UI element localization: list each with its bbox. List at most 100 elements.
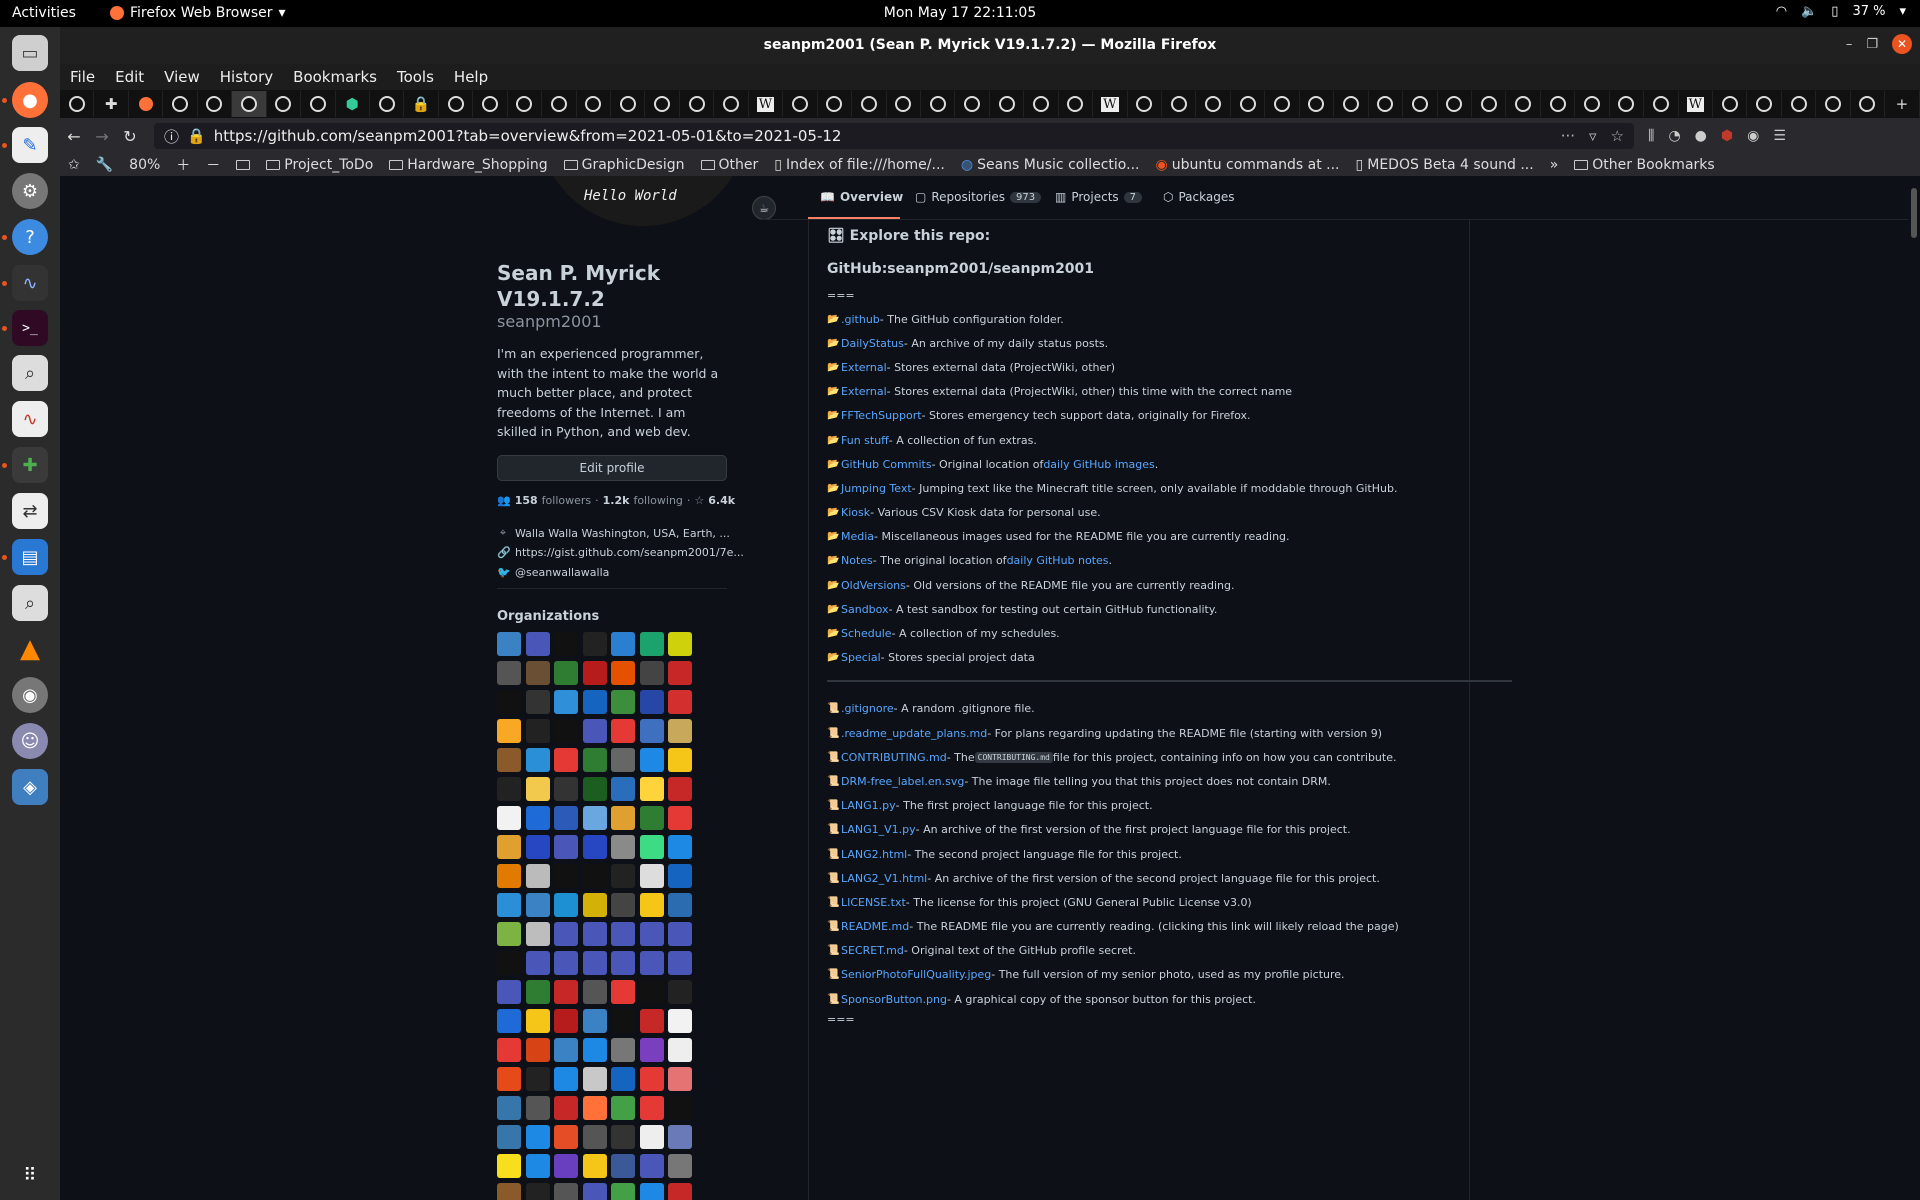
- info-icon[interactable]: ⓘ: [164, 126, 179, 147]
- organization-avatar[interactable]: [582, 748, 607, 772]
- organization-avatar[interactable]: [554, 1183, 578, 1200]
- organization-avatar[interactable]: [497, 719, 521, 743]
- folder-link[interactable]: External: [841, 385, 887, 398]
- wikipedia-tab-icon[interactable]: W: [1679, 91, 1713, 117]
- organization-avatar[interactable]: [582, 1067, 607, 1091]
- organization-avatar[interactable]: [525, 1009, 550, 1033]
- organization-avatar[interactable]: [668, 951, 692, 975]
- github-tab-icon[interactable]: [852, 91, 887, 117]
- github-tab-icon[interactable]: [1610, 91, 1645, 117]
- pocket-icon[interactable]: ▿: [1589, 127, 1597, 145]
- organization-avatar[interactable]: [582, 1009, 607, 1033]
- organization-avatar[interactable]: [611, 806, 635, 830]
- organization-avatar[interactable]: [668, 690, 692, 714]
- organization-avatar[interactable]: [582, 661, 607, 685]
- organization-avatar[interactable]: [582, 980, 607, 1004]
- organization-avatar[interactable]: [525, 632, 550, 656]
- folder-link[interactable]: GitHub Commits: [841, 458, 932, 471]
- organization-avatar[interactable]: [497, 777, 521, 801]
- organization-avatar[interactable]: [525, 893, 550, 917]
- zoom-in-icon[interactable]: ＋: [168, 155, 198, 175]
- account-icon[interactable]: ◔: [1668, 128, 1680, 144]
- file-link[interactable]: SponsorButton.png: [841, 993, 947, 1006]
- github-tab-icon[interactable]: [645, 91, 680, 117]
- firefox-tab-icon[interactable]: [129, 91, 164, 117]
- folder-link[interactable]: Kiosk: [841, 506, 870, 519]
- organization-avatar[interactable]: [582, 806, 607, 830]
- organization-avatar[interactable]: [582, 1125, 607, 1149]
- user-icon[interactable]: ☺: [12, 723, 48, 759]
- organization-avatar[interactable]: [582, 777, 607, 801]
- github-tab-icon[interactable]: [1196, 91, 1231, 117]
- folder-link[interactable]: Fun stuff: [841, 434, 889, 447]
- organization-avatar[interactable]: [582, 1096, 607, 1120]
- github-tab-icon[interactable]: [1438, 91, 1472, 117]
- organization-avatar[interactable]: [668, 777, 692, 801]
- organization-avatar[interactable]: [611, 690, 635, 714]
- bookmark-star-icon[interactable]: ☆: [1611, 127, 1624, 145]
- bookmark-graphicdesign[interactable]: GraphicDesign: [556, 157, 693, 173]
- system-monitor-icon[interactable]: ∿: [12, 265, 48, 301]
- organization-avatar[interactable]: [668, 1067, 692, 1091]
- wrench-icon[interactable]: 🔧: [88, 157, 121, 173]
- github-tab-icon[interactable]: [577, 91, 611, 117]
- organization-avatar[interactable]: [582, 835, 607, 859]
- folder-link[interactable]: Media: [841, 530, 874, 543]
- organization-avatar[interactable]: [668, 1038, 692, 1062]
- github-tab-icon[interactable]: [1024, 91, 1059, 117]
- organization-avatar[interactable]: [497, 1067, 521, 1091]
- organization-avatar[interactable]: [639, 893, 664, 917]
- disk-icon[interactable]: ◉: [12, 677, 48, 713]
- organization-avatar[interactable]: [554, 1125, 578, 1149]
- github-tab-icon[interactable]: [1231, 91, 1266, 117]
- github-tab-icon[interactable]: [1059, 91, 1094, 117]
- organization-avatar[interactable]: [668, 922, 692, 946]
- organization-avatar[interactable]: [639, 835, 664, 859]
- organization-avatar[interactable]: [639, 1038, 664, 1062]
- organization-avatar[interactable]: [611, 1067, 635, 1091]
- new-tab-button[interactable]: +: [1885, 91, 1920, 117]
- organization-avatar[interactable]: [668, 806, 692, 830]
- github-tab-icon[interactable]: [921, 91, 956, 117]
- organization-avatar[interactable]: [497, 864, 521, 888]
- organization-avatar[interactable]: [611, 980, 635, 1004]
- organization-avatar[interactable]: [668, 893, 692, 917]
- organization-avatar[interactable]: [668, 980, 692, 1004]
- menu-edit[interactable]: Edit: [105, 64, 154, 90]
- organization-avatar[interactable]: [639, 1183, 664, 1200]
- wikipedia-tab-icon[interactable]: W: [1093, 91, 1128, 117]
- file-link[interactable]: CONTRIBUTING.md: [841, 751, 947, 764]
- github-tab-icon[interactable]: [955, 91, 990, 117]
- organization-avatar[interactable]: [554, 1154, 578, 1178]
- bookmark-seans-music[interactable]: ◍ Seans Music collectio...: [953, 157, 1148, 173]
- file-link[interactable]: SeniorPhotoFullQuality.jpeg: [841, 968, 991, 981]
- organization-avatar[interactable]: [525, 690, 550, 714]
- organization-avatar[interactable]: [639, 661, 664, 685]
- organization-avatar[interactable]: [639, 777, 664, 801]
- github-tab-icon[interactable]: [1575, 91, 1610, 117]
- file-link[interactable]: LICENSE.txt: [841, 896, 906, 909]
- organization-avatar[interactable]: [554, 835, 578, 859]
- organization-avatar[interactable]: [611, 864, 635, 888]
- activities-button[interactable]: Activities: [12, 5, 76, 21]
- organization-avatar[interactable]: [554, 1067, 578, 1091]
- github-tab-icon[interactable]: [1541, 91, 1576, 117]
- organization-avatar[interactable]: [582, 719, 607, 743]
- tab-projects[interactable]: ▥ Projects 7: [1055, 190, 1143, 204]
- following-count[interactable]: 1.2k: [603, 494, 630, 507]
- folder-link[interactable]: External: [841, 361, 887, 374]
- organization-avatar[interactable]: [611, 1009, 635, 1033]
- organization-avatar[interactable]: [668, 835, 692, 859]
- firefox-icon[interactable]: ●: [12, 82, 48, 118]
- organization-avatar[interactable]: [582, 690, 607, 714]
- sound-editor-icon[interactable]: ∿: [12, 401, 48, 437]
- menu-help[interactable]: Help: [444, 64, 498, 90]
- github-tab-icon[interactable]: [1782, 91, 1817, 117]
- minimize-button[interactable]: –: [1846, 37, 1853, 52]
- edit-profile-button[interactable]: Edit profile: [497, 455, 727, 481]
- library-icon[interactable]: ⫼: [1648, 128, 1654, 144]
- github-tab-icon[interactable]: [1747, 91, 1782, 117]
- organization-avatar[interactable]: [525, 835, 550, 859]
- tweaks-icon[interactable]: ⇄: [12, 493, 48, 529]
- github-tab-icon[interactable]: [783, 91, 818, 117]
